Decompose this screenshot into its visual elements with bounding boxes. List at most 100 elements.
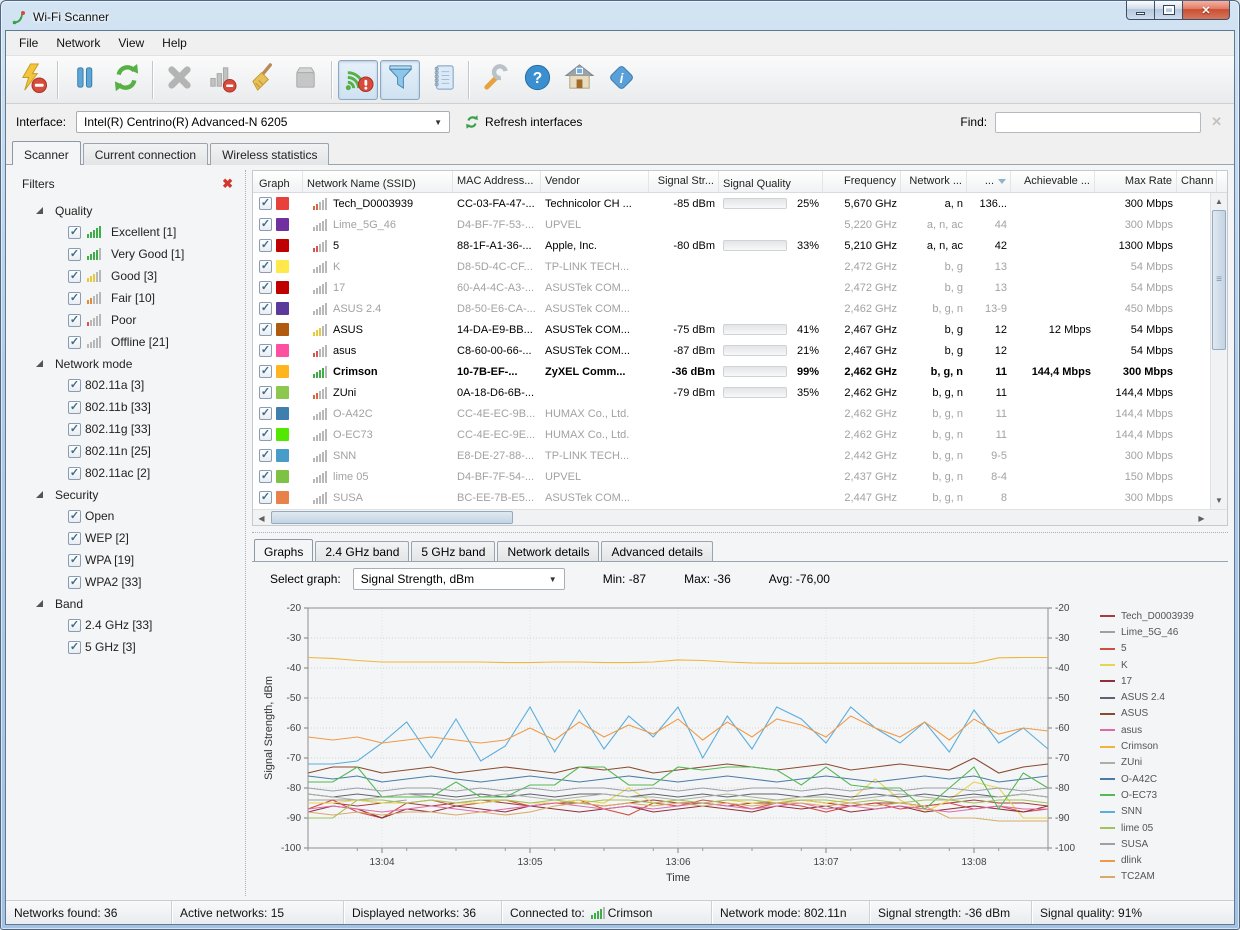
checkbox[interactable]: ✓ [259,323,272,336]
panel-splitter[interactable] [252,526,1228,533]
minimize-button[interactable] [1126,1,1155,20]
table-row[interactable]: ✓ 17 60-A4-4C-A3-... ASUSTek COM... 2,472 GH… [253,277,1227,298]
maximize-button[interactable] [1155,1,1183,20]
filter-item-good-3[interactable]: ✓ Good [3] [16,265,237,287]
filter-item-offline-21[interactable]: ✓ Offline [21] [16,331,237,353]
table-row[interactable]: ✓ O-A42C CC-4E-EC-9B... HUMAX Co., Ltd. 2,46… [253,403,1227,424]
table-row[interactable]: ✓ Tech_D0003939 CC-03-FA-47-... Technicolor… [253,193,1227,214]
filter-item-poor[interactable]: ✓ Poor [16,309,237,331]
checkbox[interactable]: ✓ [68,444,81,458]
checkbox[interactable]: ✓ [259,302,272,315]
filter-item-802-11n-25[interactable]: ✓ 802.11n [25] [16,440,237,462]
table-row[interactable]: ✓ ASUS 2.4 D8-50-E6-CA-... ASUSTek COM... 2,… [253,298,1227,319]
column-header-chann[interactable]: Chann [1177,171,1217,192]
tab-wireless-statistics[interactable]: Wireless statistics [210,143,330,165]
toolbar-home-button[interactable] [559,60,599,100]
interface-select[interactable]: Intel(R) Centrino(R) Advanced-N 6205 ▼ [76,111,451,133]
filter-item-open[interactable]: ✓ Open [16,505,237,527]
checkbox[interactable]: ✓ [68,225,81,239]
table-row[interactable]: ✓ ASUS 14-DA-E9-BB... ASUSTek COM... -75 dBm… [253,319,1227,340]
details-tab-2-4-ghz-band[interactable]: 2.4 GHz band [315,541,410,562]
filter-item-802-11a-3[interactable]: ✓ 802.11a [3] [16,374,237,396]
checkbox[interactable]: ✓ [259,218,272,231]
checkbox[interactable]: ✓ [259,428,272,441]
toolbar-stop-scan-button[interactable] [11,60,51,100]
scroll-left-icon[interactable]: ◀ [253,510,270,526]
column-header-graph[interactable]: Graph [253,171,303,192]
column-header-network-name-ssid[interactable]: Network Name (SSID) [303,171,453,192]
column-header-vendor[interactable]: Vendor [541,171,649,192]
table-row[interactable]: ✓ Lime_5G_46 D4-BF-7F-53-... UPVEL 5,220 GHz… [253,214,1227,235]
table-row[interactable]: ✓ O-EC73 CC-4E-EC-9E... HUMAX Co., Ltd. 2,46… [253,424,1227,445]
checkbox[interactable]: ✓ [259,239,272,252]
checkbox[interactable]: ✓ [259,344,272,357]
column-header-max-rate[interactable]: Max Rate [1095,171,1177,192]
toolbar-wifi-alert-button[interactable] [338,59,378,100]
checkbox[interactable]: ✓ [259,407,272,420]
column-header-network[interactable]: Network ... [901,171,967,192]
details-tab-graphs[interactable]: Graphs [254,539,314,562]
checkbox[interactable]: ✓ [68,269,81,283]
checkbox[interactable]: ✓ [259,491,272,504]
toolbar-pause-button[interactable] [64,60,104,100]
checkbox[interactable]: ✓ [68,378,81,392]
checkbox[interactable]: ✓ [68,531,81,545]
tree-expander-icon[interactable] [36,491,43,498]
column-header-channel[interactable]: ... [967,171,1011,192]
tab-scanner[interactable]: Scanner [12,141,81,165]
menu-help[interactable]: Help [153,32,196,54]
filter-group-security[interactable]: Security [16,484,237,505]
tree-expander-icon[interactable] [36,207,43,214]
column-header-mac-address[interactable]: MAC Address... [453,171,541,192]
clear-find-icon[interactable]: ✕ [1211,114,1222,130]
checkbox[interactable]: ✓ [259,281,272,294]
vertical-scrollbar[interactable]: ▲ ▼ [1210,193,1227,509]
scroll-up-icon[interactable]: ▲ [1211,193,1227,210]
menu-network[interactable]: Network [47,32,109,54]
toolbar-details-button[interactable] [422,60,462,100]
table-row[interactable]: ✓ Crimson 10-7B-EF-... ZyXEL Comm... -36 dBm… [253,361,1227,382]
filter-item-802-11b-33[interactable]: ✓ 802.11b [33] [16,396,237,418]
table-row[interactable]: ✓ ZUni 0A-18-D6-6B-... -79 dBm 35% 2,462 GHz b… [253,382,1227,403]
checkbox[interactable]: ✓ [259,470,272,483]
toolbar-settings-button[interactable] [475,60,515,100]
checkbox[interactable]: ✓ [259,449,272,462]
find-input[interactable] [995,111,1202,133]
scroll-down-icon[interactable]: ▼ [1211,492,1227,509]
graph-type-select[interactable]: Signal Strength, dBm ▼ [352,568,565,590]
toolbar-help-button[interactable]: ? [517,60,557,100]
tree-expander-icon[interactable] [36,600,43,607]
filter-item-802-11g-33[interactable]: ✓ 802.11g [33] [16,418,237,440]
filter-group-network-mode[interactable]: Network mode [16,353,237,374]
filter-item-5-ghz-3[interactable]: ✓ 5 GHz [3] [16,636,237,658]
checkbox[interactable]: ✓ [68,575,81,589]
details-tab-advanced-details[interactable]: Advanced details [601,541,713,562]
close-filters-icon[interactable]: ✖ [222,176,233,192]
checkbox[interactable]: ✓ [68,640,81,654]
checkbox[interactable]: ✓ [68,291,81,305]
filter-item-excellent-1[interactable]: ✓ Excellent [1] [16,221,237,243]
title-bar[interactable]: Wi-Fi Scanner ✕ [1,1,1239,30]
refresh-interfaces-button[interactable]: Refresh interfaces [464,114,582,130]
close-button[interactable]: ✕ [1183,1,1230,20]
column-header-achievable[interactable]: Achievable ... [1011,171,1095,192]
toolbar-filter-button[interactable] [380,59,420,100]
filter-item-very-good-1[interactable]: ✓ Very Good [1] [16,243,237,265]
toolbar-about-button[interactable]: i [601,60,641,100]
horizontal-scrollbar[interactable]: ◀ ▶ [253,509,1227,525]
checkbox[interactable]: ✓ [68,618,81,632]
filter-group-quality[interactable]: Quality [16,200,237,221]
filter-item-2-4-ghz-33[interactable]: ✓ 2.4 GHz [33] [16,614,237,636]
tab-current-connection[interactable]: Current connection [82,143,209,165]
table-row[interactable]: ✓ SUSA BC-EE-7B-E5... ASUSTek COM... 2,447 G… [253,487,1227,508]
checkbox[interactable]: ✓ [68,422,81,436]
checkbox[interactable]: ✓ [68,509,81,523]
toolbar-delete-button[interactable] [159,60,199,100]
toolbar-remove-signal-button[interactable] [201,60,241,100]
checkbox[interactable]: ✓ [259,260,272,273]
table-row[interactable]: ✓ lime 05 D4-BF-7F-54-... UPVEL 2,437 GHz b, … [253,466,1227,487]
scroll-right-icon[interactable]: ▶ [1193,510,1210,526]
checkbox[interactable]: ✓ [68,553,81,567]
checkbox[interactable]: ✓ [68,247,81,261]
column-header-frequency[interactable]: Frequency [823,171,901,192]
